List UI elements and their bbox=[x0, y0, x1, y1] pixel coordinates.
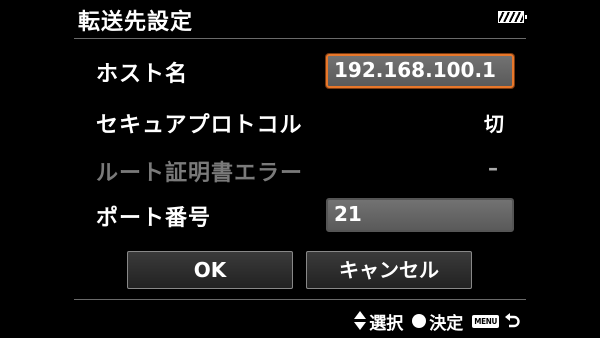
confirm-hint-label: 決定 bbox=[429, 313, 464, 334]
port-number-field[interactable]: 21 bbox=[326, 198, 514, 232]
menu-button-icon: MENU bbox=[472, 314, 499, 328]
header-divider bbox=[74, 38, 526, 39]
host-name-field[interactable]: 192.168.100.1 bbox=[326, 54, 514, 88]
host-name-label: ホスト名 bbox=[96, 62, 189, 87]
title-bar: 転送先設定 bbox=[0, 0, 600, 38]
select-hint-label: 選択 bbox=[369, 313, 404, 334]
root-cert-error-label: ルート証明書エラー bbox=[96, 161, 304, 186]
footer-divider bbox=[74, 299, 526, 300]
return-icon bbox=[505, 313, 520, 328]
secure-protocol-label: セキュアプロトコル bbox=[96, 113, 303, 138]
secure-protocol-value[interactable]: 切 bbox=[484, 108, 504, 137]
circle-button-icon bbox=[412, 314, 427, 328]
page-title: 転送先設定 bbox=[78, 10, 194, 35]
up-down-icon bbox=[354, 311, 367, 331]
root-cert-error-value: – bbox=[488, 156, 498, 180]
port-number-label: ポート番号 bbox=[96, 206, 212, 231]
footer-hints: 選択 決定 MENU bbox=[354, 309, 520, 334]
ok-button[interactable]: OK bbox=[127, 251, 293, 289]
cancel-button[interactable]: キャンセル bbox=[306, 251, 472, 289]
battery-icon bbox=[498, 11, 527, 23]
